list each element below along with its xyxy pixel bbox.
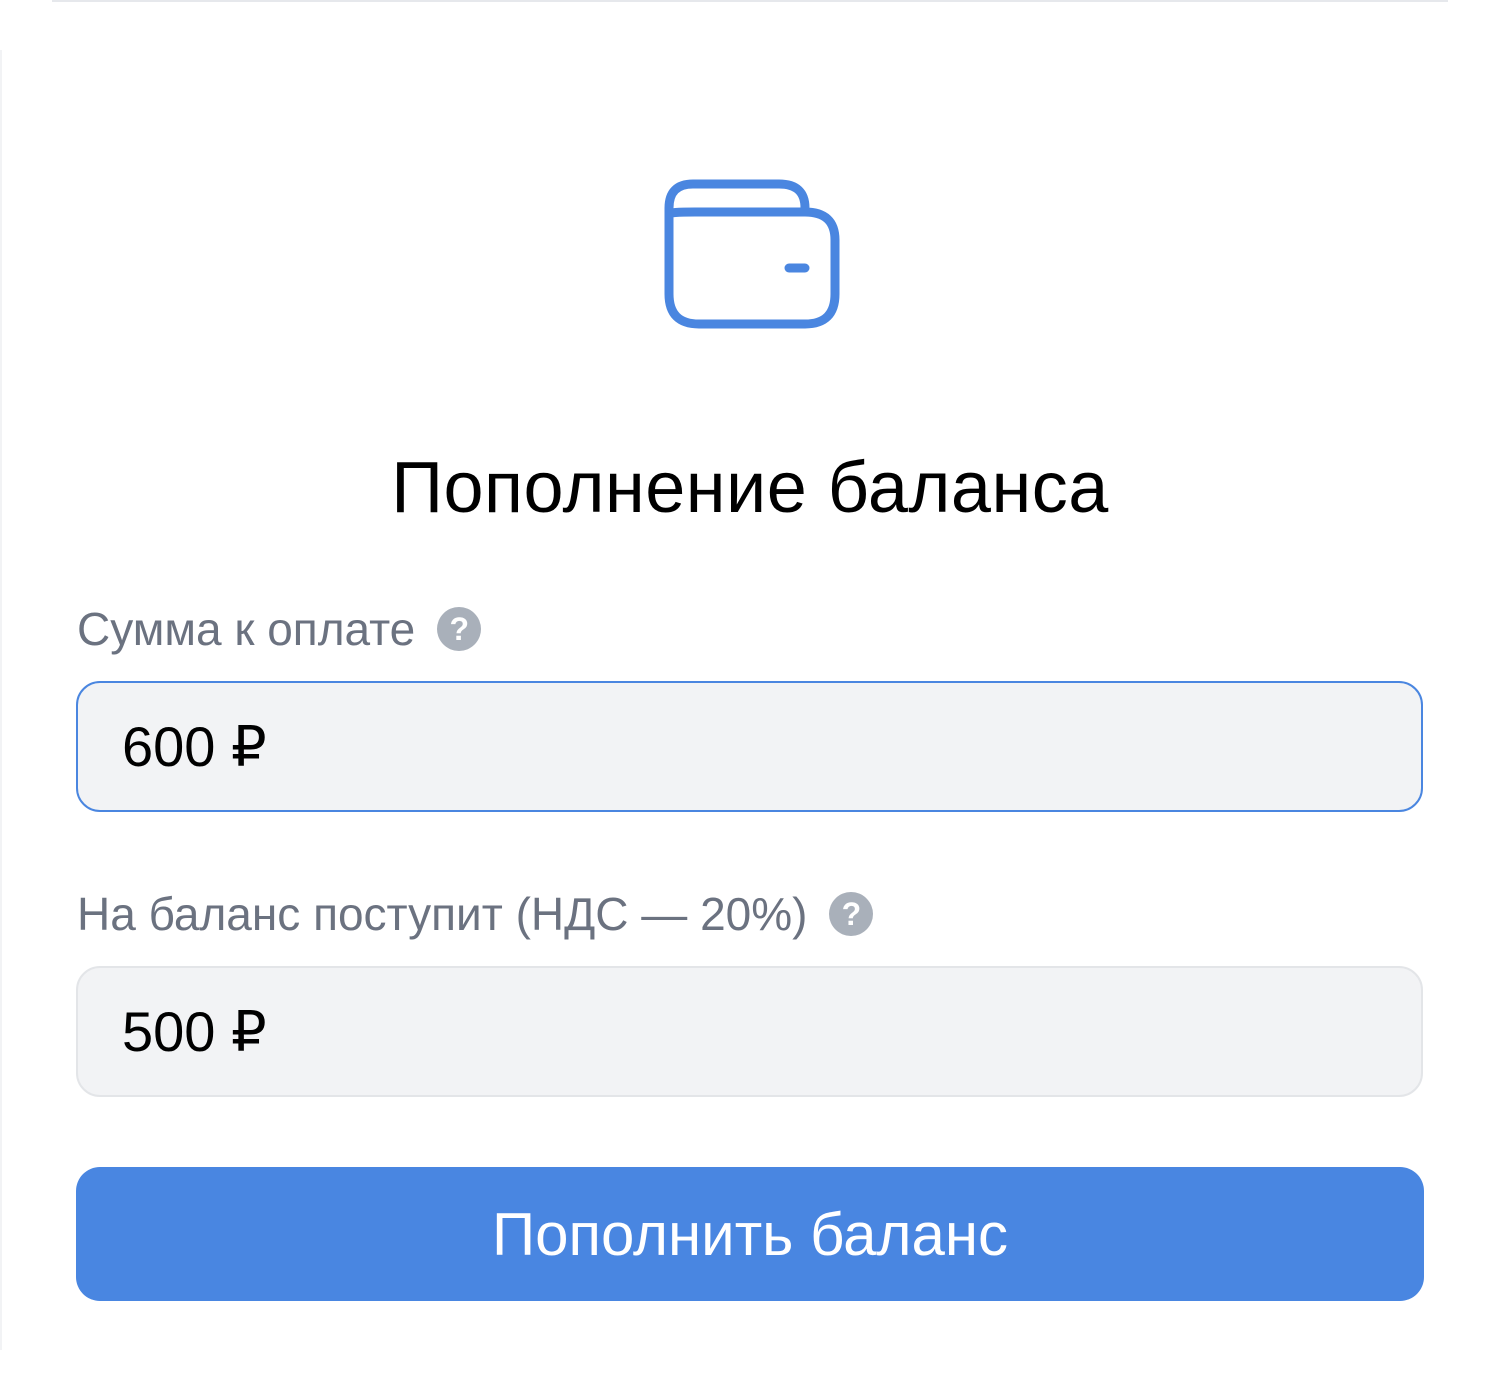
amount-value: 600 ₽: [122, 714, 267, 778]
balance-value: 500 ₽: [122, 999, 267, 1063]
amount-input[interactable]: 600 ₽: [76, 681, 1423, 812]
help-icon[interactable]: ?: [437, 607, 482, 651]
page-title: Пополнение баланса: [391, 448, 1109, 528]
amount-label-row: Сумма к оплате ?: [77, 601, 482, 657]
top-up-balance-page: Пополнение баланса Сумма к оплате ? 600 …: [0, 0, 1500, 1398]
balance-field[interactable]: 500 ₽: [76, 966, 1423, 1097]
amount-label: Сумма к оплате: [77, 603, 416, 655]
wallet-icon: [664, 179, 840, 329]
balance-label-row: На баланс поступит (НДС — 20%) ?: [77, 886, 874, 942]
top-up-button[interactable]: Пополнить баланс: [76, 1167, 1424, 1301]
left-edge-divider: [0, 50, 2, 1350]
help-icon[interactable]: ?: [829, 892, 874, 936]
balance-label: На баланс поступит (НДС — 20%): [77, 888, 808, 940]
top-divider: [52, 0, 1448, 2]
